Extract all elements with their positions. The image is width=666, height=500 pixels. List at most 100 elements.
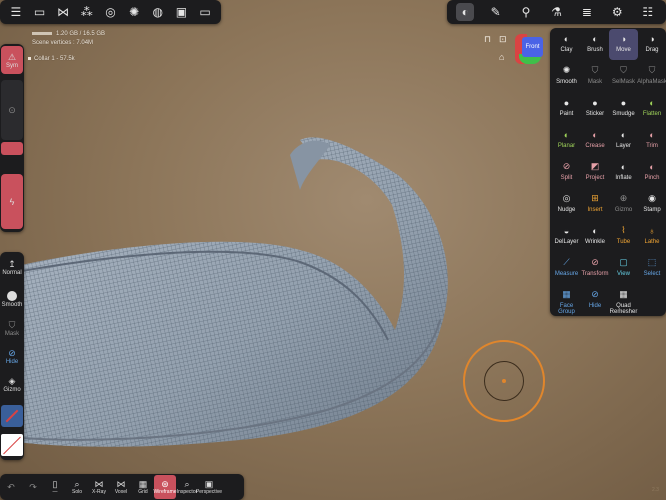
perspective-icon: ▣ xyxy=(204,479,214,489)
bottom-undo-button[interactable]: ↶ xyxy=(0,475,22,499)
tool-view[interactable]: ▢ View xyxy=(609,253,638,284)
tool-split[interactable]: ⊘ Split xyxy=(552,157,581,188)
tool-paint[interactable]: ● Paint xyxy=(552,93,581,124)
bottom-label: Inspector xyxy=(176,489,198,495)
tool-quad-remesher[interactable]: ▦ Quad Remesher xyxy=(609,285,638,316)
tool-insert[interactable]: ⊞ Insert xyxy=(581,189,610,220)
tool-label: Nudge xyxy=(557,207,576,213)
stack-icon[interactable]: ≣ xyxy=(578,3,596,21)
sliders-icon[interactable]: ☷ xyxy=(639,3,657,21)
tool-smooth[interactable]: ✺ Smooth xyxy=(552,61,581,92)
folder-icon[interactable]: ▭ xyxy=(30,3,48,21)
intensity-slider[interactable]: ϟ xyxy=(1,174,23,229)
bottom-perspective-button[interactable]: ▣ Perspective xyxy=(196,475,222,499)
material-icon[interactable]: ◍ xyxy=(149,3,167,21)
view-cube[interactable]: Front xyxy=(515,34,545,64)
bottom-phone-button[interactable]: ▯ — xyxy=(44,475,66,499)
tool-pinch[interactable]: ◐ Pinch xyxy=(638,157,666,188)
tool-measure[interactable]: ⟋ Measure xyxy=(552,253,581,284)
tool-move[interactable]: ◑ Move xyxy=(609,29,638,60)
radius-slider[interactable]: ⊙ xyxy=(1,80,23,140)
bottom-solo-button[interactable]: ⌕ Solo xyxy=(66,475,88,499)
smooth-button[interactable]: Smooth xyxy=(1,286,23,312)
image-icon[interactable]: ▣ xyxy=(172,3,190,21)
frame-icon[interactable]: ⊡ xyxy=(499,34,507,45)
tool-select[interactable]: ⬚ Select xyxy=(638,253,666,284)
tool-dellayer[interactable]: ◒ DelLayer xyxy=(552,221,581,252)
tool-trim[interactable]: ◐ Trim xyxy=(638,125,666,156)
tool-drag[interactable]: ◑ Drag xyxy=(638,29,666,60)
tool-crease[interactable]: ◐ Crease xyxy=(581,125,610,156)
tool-inflate[interactable]: ◐ Inflate xyxy=(609,157,638,188)
tools-panel: ◐ Clay ◐ Brush ◑ Move ◑ Drag ✺ Smooth ⛉ Mask ⛉ SelMas… xyxy=(550,28,666,316)
home-icon[interactable]: ⌂ xyxy=(499,52,504,62)
tool-gizmo[interactable]: ⊕ Gizmo xyxy=(609,189,638,220)
scene-icon[interactable]: ⁂ xyxy=(78,3,96,21)
gizmo-button[interactable]: ◈ Gizmo xyxy=(1,372,23,396)
select-icon: ⬚ xyxy=(647,257,657,267)
split-icon: ⊘ xyxy=(562,161,571,171)
redo-icon: ↷ xyxy=(29,482,37,492)
tool-stamp[interactable]: ◉ Stamp xyxy=(638,189,666,220)
lock-icon[interactable]: ⊓ xyxy=(484,34,491,45)
color-swatch[interactable] xyxy=(1,434,23,456)
bottom-label: Grid xyxy=(138,489,148,495)
brush-icon: ◐ xyxy=(592,33,598,44)
tool-alphamask[interactable]: ⛉ AlphaMask xyxy=(637,61,666,92)
planar-icon: ◐ xyxy=(563,129,570,140)
tool-hide[interactable]: ⊘ Hide xyxy=(581,285,610,316)
bottom-wireframe-button[interactable]: ⊛ Wireframe xyxy=(153,475,177,499)
sym-button[interactable]: ⚠ Sym xyxy=(1,46,23,74)
tool-sticker[interactable]: ● Sticker xyxy=(581,93,610,124)
pen-icon[interactable]: ✎ xyxy=(487,3,505,21)
tool-brush[interactable]: ◐ Brush xyxy=(581,29,610,60)
tool-mask[interactable]: ⛉ Mask xyxy=(581,61,610,92)
selmask-icon: ⛉ xyxy=(620,65,627,75)
bottom-label: — xyxy=(52,489,58,495)
tool-clay[interactable]: ◐ Clay xyxy=(552,29,581,60)
tool-transform[interactable]: ⊘ Transform xyxy=(581,253,610,284)
hide-button[interactable]: ⊘ Hide xyxy=(1,344,23,368)
dropper-icon[interactable]: ⚲ xyxy=(517,3,535,21)
flask-icon[interactable]: ⚗ xyxy=(547,3,565,21)
object-name[interactable]: Collar 1 - 57.5k xyxy=(28,56,75,62)
bottom-redo-button[interactable]: ↷ xyxy=(22,475,44,499)
sym-icon: ⚠ xyxy=(7,51,17,62)
bottom-grid-button[interactable]: ▦ Grid xyxy=(132,475,154,499)
tool-label: Smooth xyxy=(556,79,577,85)
globe-icon[interactable]: ◎ xyxy=(101,3,119,21)
tool-project[interactable]: ◩ Project xyxy=(581,157,610,188)
gear-icon[interactable]: ⚙ xyxy=(608,3,626,21)
material-swatch[interactable] xyxy=(1,405,23,427)
tool-planar[interactable]: ◐ Planar xyxy=(552,125,581,156)
smudge-icon: ● xyxy=(620,97,627,108)
tool-wrinkle[interactable]: ◐ Wrinkle xyxy=(581,221,610,252)
bottom-voxel-button[interactable]: ⋈ Voxel xyxy=(110,475,132,499)
tool-layer[interactable]: ◐ Layer xyxy=(609,125,638,156)
tool-label: Inflate xyxy=(615,175,632,181)
nudge-icon: ◎ xyxy=(562,193,571,203)
tool-nudge[interactable]: ◎ Nudge xyxy=(552,189,581,220)
normal-button[interactable]: ↥ Normal xyxy=(1,256,23,278)
avatar-icon[interactable]: ◐ xyxy=(456,3,475,21)
inflate-icon: ◐ xyxy=(620,161,627,172)
camera-icon[interactable]: ▭ xyxy=(196,3,214,21)
tool-label: AlphaMask xyxy=(637,79,666,85)
tool-flatten[interactable]: ◐ Flatten xyxy=(638,93,666,124)
sun-icon[interactable]: ✺ xyxy=(125,3,143,21)
tool-label: Paint xyxy=(559,111,574,117)
tool-tube[interactable]: ⌇ Tube xyxy=(609,221,638,252)
tool-face-group[interactable]: ▦ Face Group xyxy=(552,285,581,316)
menu-icon[interactable]: ☰ xyxy=(7,3,25,21)
radius-icon: ⊙ xyxy=(8,104,16,115)
tool-selmask[interactable]: ⛉ SelMask xyxy=(609,61,638,92)
tool-lathe[interactable]: ♁ Lathe xyxy=(638,221,666,252)
bottom-x-ray-button[interactable]: ⋈ X-Ray xyxy=(88,475,110,499)
brush-center-dot xyxy=(502,379,506,383)
share-icon[interactable]: ⋈ xyxy=(54,3,72,21)
bottom-inspector-button[interactable]: ⌕ Inspector xyxy=(176,475,198,499)
gizmo-tool-icon: ⊕ xyxy=(619,193,628,203)
mask-button[interactable]: ⛉ Mask xyxy=(1,316,23,340)
view-cube-front[interactable]: Front xyxy=(522,37,543,57)
tool-smudge[interactable]: ● Smudge xyxy=(609,93,638,124)
